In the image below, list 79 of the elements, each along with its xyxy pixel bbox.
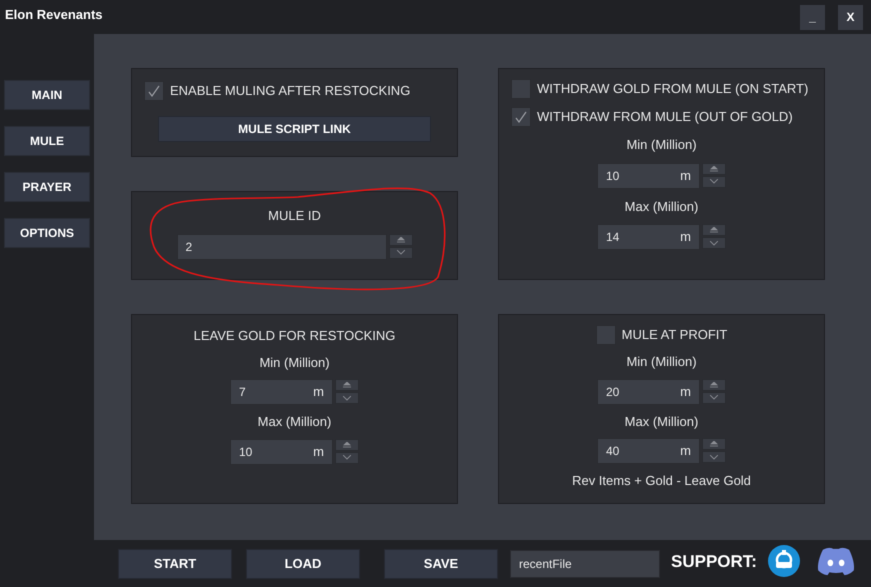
support-label: SUPPORT:	[671, 550, 757, 573]
checkbox-label: MULE AT PROFIT	[622, 326, 728, 344]
spin-down-button[interactable]	[388, 246, 412, 258]
number-field[interactable]: 20 m	[597, 378, 700, 404]
chevron-down-icon	[710, 179, 718, 184]
sidebar-item[interactable]: PRAYER	[4, 172, 90, 202]
robot-icon	[768, 544, 800, 576]
number-field[interactable]: 10 m	[230, 438, 333, 464]
caret-up-icon	[396, 236, 404, 242]
section-label: Max (Million)	[624, 412, 698, 431]
number-field[interactable]: 14 m	[597, 224, 700, 250]
sidebar-item[interactable]: OPTIONS	[4, 218, 90, 248]
unit-label: m	[680, 382, 691, 401]
field-value: 14	[606, 229, 620, 246]
close-button[interactable]: X	[838, 4, 863, 30]
chevron-down-icon	[710, 395, 718, 400]
unit-label: m	[313, 383, 324, 402]
checkbox-label: WITHDRAW GOLD FROM MULE (ON START)	[537, 80, 808, 98]
checkbox[interactable]	[144, 81, 164, 101]
spin-up-button[interactable]	[702, 162, 726, 174]
minimize-button[interactable]: _	[800, 4, 825, 30]
field-value: 10	[606, 168, 620, 184]
chevron-down-icon	[396, 250, 404, 255]
caret-up-icon	[710, 441, 718, 447]
file-name-field[interactable]: recentFile	[510, 550, 660, 578]
unit-label: m	[313, 442, 324, 461]
number-field[interactable]: 10 m	[597, 162, 700, 188]
window-title: Elon Revenants	[5, 6, 103, 24]
chevron-down-icon	[343, 396, 351, 400]
spin-up-button[interactable]	[702, 438, 726, 450]
spin-down-button[interactable]	[702, 237, 726, 249]
spin-down-button[interactable]	[702, 392, 726, 404]
unit-label: m	[680, 166, 691, 185]
spin-down-button[interactable]	[335, 392, 359, 404]
check-icon	[514, 110, 528, 124]
section-label: Min (Million)	[626, 353, 697, 371]
section-label: Max (Million)	[624, 198, 698, 216]
caret-up-icon	[710, 382, 718, 388]
section-label: Min (Million)	[259, 354, 330, 372]
section-label: Max (Million)	[258, 413, 332, 431]
field-value: 20	[606, 384, 620, 400]
field-value: 40	[606, 443, 620, 460]
chevron-down-icon	[710, 240, 718, 246]
number-field[interactable]: 7 m	[230, 379, 333, 405]
field-value: 7	[239, 384, 246, 401]
footer-button[interactable]: LOAD	[246, 548, 360, 578]
spin-down-button[interactable]	[702, 176, 726, 188]
caret-up-icon	[343, 382, 351, 388]
section-label: LEAVE GOLD FOR RESTOCKING	[194, 327, 396, 345]
chevron-down-icon	[710, 454, 718, 460]
footer-button[interactable]: SAVE	[384, 548, 498, 578]
spin-down-button[interactable]	[335, 452, 359, 464]
checkbox-label: WITHDRAW FROM MULE (OUT OF GOLD)	[537, 108, 793, 126]
spin-down-button[interactable]	[702, 451, 726, 463]
chevron-down-icon	[343, 455, 351, 460]
check-icon	[147, 84, 161, 98]
number-field[interactable]: 2	[176, 234, 386, 260]
spin-up-button[interactable]	[702, 224, 726, 236]
checkbox-label: ENABLE MULING AFTER RESTOCKING	[170, 82, 410, 100]
caret-up-icon	[710, 166, 718, 172]
section-label: Min (Million)	[626, 136, 697, 154]
unit-label: m	[680, 228, 691, 246]
unit-label: m	[680, 442, 691, 460]
sidebar-item[interactable]: MAIN	[4, 80, 90, 110]
sidebar-item[interactable]: MULE	[4, 126, 90, 156]
number-field[interactable]: 40 m	[597, 438, 700, 464]
caret-up-icon	[343, 442, 351, 448]
spin-up-button[interactable]	[702, 378, 726, 390]
spin-up-button[interactable]	[388, 234, 412, 246]
field-value: 10	[239, 444, 252, 460]
footer-button[interactable]: START	[118, 548, 232, 578]
checkbox[interactable]	[511, 107, 531, 127]
spin-up-button[interactable]	[335, 438, 359, 450]
section-label: MULE ID	[268, 207, 321, 225]
spin-up-button[interactable]	[335, 379, 359, 391]
caret-up-icon	[710, 227, 718, 233]
section-label: Rev Items + Gold - Leave Gold	[572, 472, 751, 490]
controller-icon	[816, 546, 855, 576]
mule-script-link-button[interactable]: MULE SCRIPT LINK	[158, 116, 431, 142]
